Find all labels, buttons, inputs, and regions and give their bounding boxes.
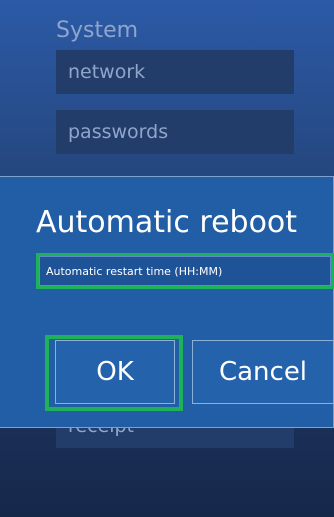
restart-time-input-focus: [36, 253, 334, 289]
restart-time-input[interactable]: [39, 256, 331, 286]
ok-button[interactable]: OK: [55, 340, 175, 404]
cancel-button[interactable]: Cancel: [192, 340, 334, 404]
section-title: System: [56, 18, 139, 43]
menu-item-passwords[interactable]: passwords: [56, 110, 294, 154]
menu-item-network[interactable]: network: [56, 50, 294, 94]
dialog-title: Automatic reboot: [36, 205, 298, 240]
automatic-reboot-dialog: Automatic reboot OK Cancel: [0, 176, 334, 428]
